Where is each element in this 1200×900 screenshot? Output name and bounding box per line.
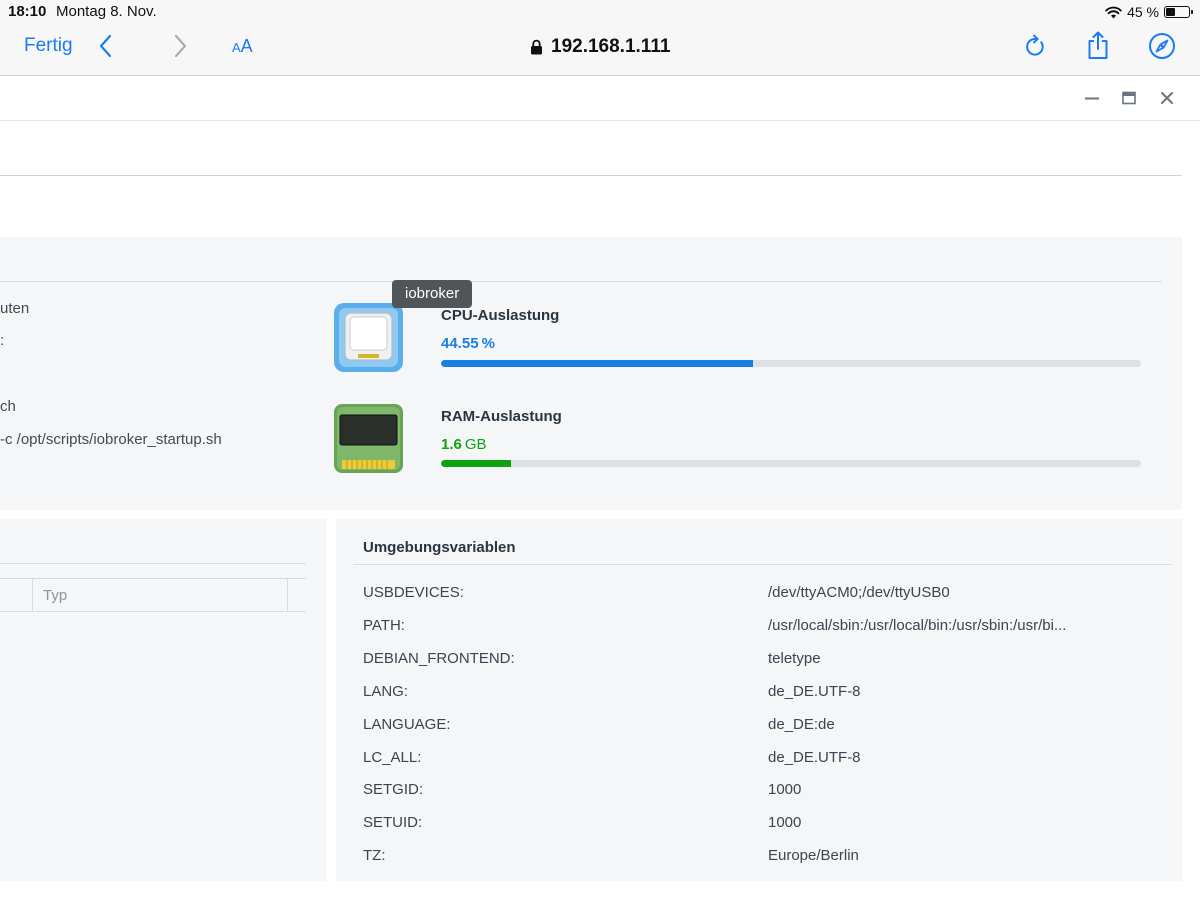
chevron-left-icon (99, 34, 112, 58)
column-separator (32, 579, 33, 612)
window-titlebar (0, 76, 1200, 121)
address-text: 192.168.1.111 (551, 36, 671, 57)
env-var-row: USBDEVICES: /dev/ttyACM0;/dev/ttyUSB0 (336, 584, 1182, 617)
ram-unit: GB (464, 436, 487, 453)
share-icon (1088, 31, 1108, 59)
lock-icon (531, 39, 542, 55)
divider (0, 281, 1162, 282)
cpu-title: CPU-Auslastung (441, 307, 560, 324)
truncated-label: ch (0, 398, 16, 415)
environment-variables-panel: Umgebungsvariablen USBDEVICES: /dev/ttyAC… (336, 519, 1182, 881)
back-button[interactable] (98, 33, 114, 64)
env-var-value: de_DE.UTF-8 (768, 748, 861, 766)
env-var-row: LANG: de_DE.UTF-8 (336, 683, 1182, 716)
battery-fill (1166, 8, 1175, 16)
truncated-label: : (0, 332, 5, 349)
maximize-icon (1122, 91, 1136, 105)
env-var-row: SETGID: 1000 (336, 781, 1182, 814)
table-header: Typ (0, 578, 306, 612)
divider (0, 563, 306, 564)
divider (353, 564, 1172, 565)
close-icon (1161, 92, 1173, 104)
env-var-name: TZ: (363, 847, 386, 865)
battery-percentage: 45 % (1127, 4, 1159, 20)
env-var-value: de_DE.UTF-8 (768, 682, 861, 700)
env-var-row: DEBIAN_FRONTEND: teletype (336, 650, 1182, 683)
ram-title: RAM-Auslastung (441, 408, 562, 425)
env-var-row: LANGUAGE: de_DE:de (336, 716, 1182, 749)
browser-toolbar: Fertig AA 192.168.1.111 (0, 24, 1200, 76)
command-value: -c /opt/scripts/iobroker_startup.sh (0, 431, 222, 448)
minimize-button[interactable] (1084, 90, 1100, 111)
env-var-name: PATH: (363, 616, 405, 634)
reload-button[interactable] (1024, 34, 1046, 63)
text-size-button[interactable]: AA (232, 36, 253, 57)
env-var-value: 1000 (768, 781, 802, 799)
status-bar: 18:10 Montag 8. Nov. 45 % (0, 0, 1200, 24)
ram-value: 1.6 GB (441, 436, 487, 453)
container-overview-panel: uten : ch -c /opt/scripts/iobroker_start… (0, 237, 1182, 510)
env-var-value: /usr/local/sbin:/usr/local/bin:/usr/sbin… (768, 616, 1067, 634)
env-var-name: LANGUAGE: (363, 715, 451, 733)
cpu-progress-fill (441, 360, 753, 367)
env-var-value: /dev/ttyACM0;/dev/ttyUSB0 (768, 584, 950, 601)
forward-button[interactable] (172, 33, 188, 64)
ram-progress-bar (441, 460, 1141, 467)
env-var-row: PATH: /usr/local/sbin:/usr/local/bin:/usr… (336, 617, 1182, 650)
cpu-number: 44.55 (441, 335, 479, 352)
env-var-row: TZ: Europe/Berlin (336, 847, 1182, 880)
cpu-value: 44.55 % (441, 335, 495, 352)
status-indicators: 45 % (1105, 3, 1193, 21)
tab-strip (0, 121, 1182, 176)
env-var-name: SETUID: (363, 814, 423, 832)
status-date: Montag 8. Nov. (56, 3, 157, 20)
env-var-name: DEBIAN_FRONTEND: (363, 649, 515, 667)
compass-icon (1149, 33, 1175, 59)
done-button[interactable]: Fertig (24, 35, 73, 57)
column-separator (287, 579, 288, 612)
maximize-button[interactable] (1121, 90, 1137, 111)
port-settings-panel: Typ (0, 519, 326, 881)
env-var-value: 1000 (768, 814, 802, 832)
env-var-name: USBDEVICES: (363, 584, 464, 601)
close-button[interactable] (1159, 90, 1175, 111)
cpu-icon (334, 303, 403, 372)
env-var-row: SETUID: 1000 (336, 814, 1182, 847)
compass-button[interactable] (1148, 32, 1176, 65)
env-var-value: Europe/Berlin (768, 847, 859, 865)
text-size-small-label: A (232, 40, 241, 55)
ram-number: 1.6 (441, 436, 462, 453)
env-var-name: LC_ALL: (363, 748, 422, 766)
env-var-name: SETGID: (363, 781, 424, 799)
tooltip: iobroker (392, 280, 473, 308)
truncated-label: uten (0, 300, 30, 317)
cpu-unit: % (481, 335, 495, 352)
reload-icon (1026, 34, 1044, 56)
cpu-progress-bar (441, 360, 1141, 367)
battery-icon (1164, 6, 1193, 18)
column-header-typ[interactable]: Typ (43, 587, 67, 604)
env-var-row: LC_ALL: de_DE.UTF-8 (336, 749, 1182, 782)
environment-variables-title: Umgebungsvariablen (363, 539, 516, 556)
share-button[interactable] (1086, 30, 1110, 65)
text-size-large-label: A (240, 36, 253, 56)
env-var-name: LANG: (363, 682, 409, 700)
ram-progress-fill (441, 460, 511, 467)
chevron-right-icon (174, 34, 187, 58)
env-var-value: de_DE:de (768, 715, 835, 733)
status-time: 18:10 (8, 3, 47, 20)
env-var-value: teletype (768, 649, 821, 667)
minimize-icon (1085, 97, 1099, 100)
wifi-icon (1105, 6, 1122, 18)
address-bar[interactable]: 192.168.1.111 (530, 36, 670, 58)
ram-icon (334, 404, 403, 473)
